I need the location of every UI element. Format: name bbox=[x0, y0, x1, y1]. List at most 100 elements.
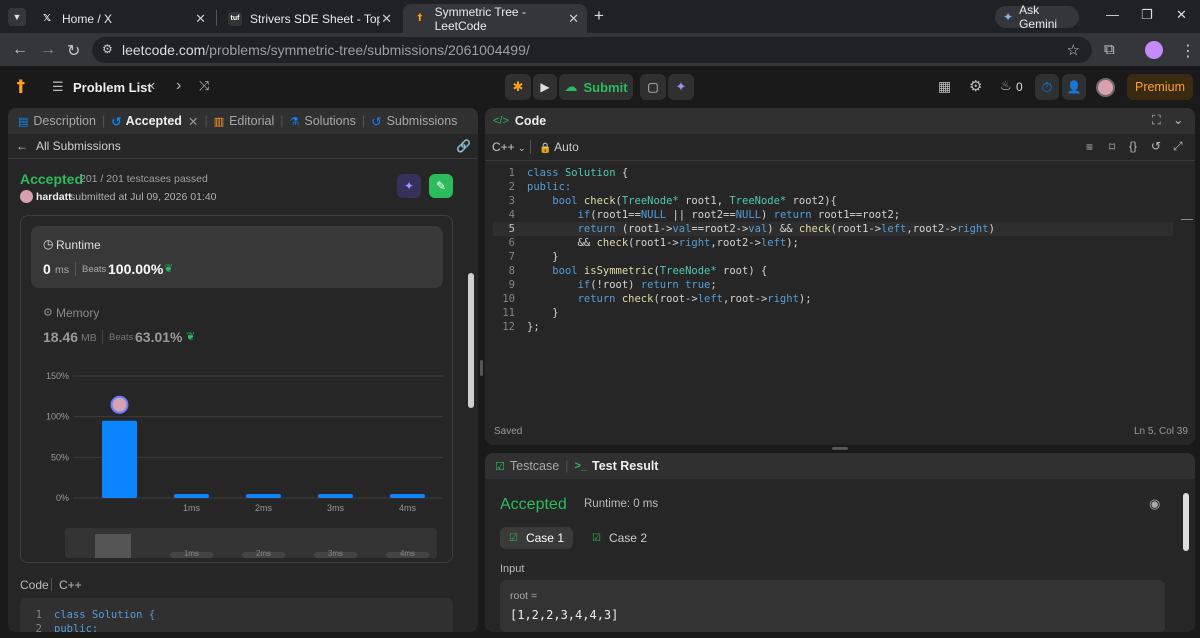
editor-scroll-marker bbox=[1181, 219, 1193, 220]
code-line: 6 && check(root1->right,root2->left); bbox=[508, 237, 799, 249]
tab-accepted[interactable]: ↺ Accepted ✕ bbox=[111, 114, 198, 129]
analyze-ai-button[interactable]: ✦ bbox=[397, 174, 421, 198]
tab-solutions[interactable]: ⚗ Solutions bbox=[290, 114, 356, 128]
range-slider-thumb bbox=[95, 534, 131, 558]
all-submissions-link[interactable]: ← All Submissions bbox=[16, 139, 121, 153]
user-avatar[interactable] bbox=[1096, 78, 1115, 97]
eye-icon[interactable]: ◉ bbox=[1149, 496, 1160, 512]
runtime-card[interactable]: ◷ Runtime 0 ms Beats 100.00% ❦ bbox=[31, 226, 443, 288]
y-tick-label: 100% bbox=[46, 412, 69, 422]
url-field[interactable]: ⚙ leetcode.com/problems/symmetric-tree/s… bbox=[92, 37, 1092, 63]
code-line: 5 return (root1->val==root2->val) && che… bbox=[493, 222, 1173, 236]
code-text: public: bbox=[54, 623, 99, 632]
check-icon: ☑ bbox=[509, 532, 518, 544]
browser-tab-x[interactable]: 𝕏 Home / X ✕ bbox=[30, 4, 214, 33]
code-preview: 1 class Solution { 2 public: bbox=[20, 598, 453, 632]
leetcode-logo-icon[interactable]: ꝉ bbox=[16, 77, 26, 98]
back-arrow-icon[interactable]: ← bbox=[12, 41, 28, 59]
profile-avatar[interactable] bbox=[1145, 41, 1163, 59]
timer-button[interactable]: ⏱ bbox=[1035, 74, 1059, 100]
tab-title: Strivers SDE Sheet - Top Coding bbox=[250, 11, 380, 26]
result-scrollbar[interactable] bbox=[1183, 493, 1189, 551]
mini-tick-label: 4ms bbox=[400, 549, 415, 558]
add-friend-button[interactable]: 👤 bbox=[1062, 74, 1086, 100]
y-tick-label: 50% bbox=[51, 452, 69, 462]
tab-submissions[interactable]: ↺ Submissions bbox=[371, 114, 457, 129]
reset-icon[interactable]: ↺ bbox=[1151, 139, 1161, 153]
code-line: 1 class Solution { bbox=[508, 167, 629, 179]
submission-panel: ▤ Description | ↺ Accepted ✕ | ▥ Editorial … bbox=[8, 108, 478, 632]
runtime-beats-value: 100.00% bbox=[108, 261, 164, 277]
lock-icon: 🔒 bbox=[539, 143, 552, 154]
tab-search-button[interactable]: ▼ bbox=[8, 8, 26, 26]
all-submissions-label: All Submissions bbox=[36, 139, 121, 153]
left-scrollbar[interactable] bbox=[468, 273, 474, 408]
edit-solution-button[interactable]: ✎ bbox=[429, 174, 453, 198]
tab-editorial[interactable]: ▥ Editorial bbox=[214, 114, 275, 128]
bookmark-icon[interactable]: ⌑ bbox=[1109, 140, 1115, 154]
code-area[interactable]: 1 class Solution { 2 public: 3 bool check(… bbox=[493, 166, 1173, 334]
tab-testcase[interactable]: ☑ Testcase bbox=[495, 459, 559, 473]
collapse-icon[interactable]: ⌄ bbox=[1173, 112, 1183, 127]
submitter-name[interactable]: hardatt bbox=[36, 191, 72, 203]
problem-list-link[interactable]: Problem List bbox=[73, 80, 152, 95]
browser-tab-bar: ▼ 𝕏 Home / X ✕ tuf Strivers SDE Sheet - … bbox=[0, 0, 1200, 33]
streak-flame-icon[interactable]: ♨ bbox=[1000, 78, 1012, 94]
site-info-icon[interactable]: ⚙ bbox=[102, 42, 113, 56]
close-icon[interactable]: ✕ bbox=[568, 11, 579, 27]
language-select[interactable]: C++ ⌄ bbox=[492, 140, 526, 154]
browser-tab-strivers[interactable]: tuf Strivers SDE Sheet - Top Coding ✕ bbox=[218, 4, 400, 33]
tab-test-result[interactable]: >_ Test Result bbox=[574, 459, 658, 473]
chart-bar bbox=[102, 420, 137, 498]
ask-gemini-button[interactable]: ✦ Ask Gemini bbox=[995, 3, 1079, 31]
new-tab-button[interactable]: + bbox=[594, 6, 604, 26]
memory-beats-label: Beats bbox=[109, 332, 134, 343]
url-path: /problems/symmetric-tree/submissions/206… bbox=[205, 42, 530, 58]
submit-button[interactable]: ☁ Submit bbox=[559, 74, 633, 100]
close-window-button[interactable]: ✕ bbox=[1176, 7, 1187, 23]
chevron-down-icon: ⌄ bbox=[518, 143, 526, 153]
premium-button[interactable]: Premium bbox=[1127, 74, 1193, 100]
notes-button[interactable]: ▢ bbox=[640, 74, 666, 100]
chart-bar bbox=[390, 494, 425, 498]
settings-gear-icon[interactable]: ⚙ bbox=[969, 77, 982, 95]
x-tick-label: 1ms bbox=[183, 503, 201, 513]
input-label: Input bbox=[500, 563, 525, 575]
browser-menu-icon[interactable]: ⋮ bbox=[1180, 41, 1196, 61]
braces-icon[interactable]: {} bbox=[1129, 139, 1137, 153]
run-button[interactable]: ▶ bbox=[533, 74, 557, 100]
maximize-button[interactable]: ❐ bbox=[1141, 7, 1153, 23]
memory-card[interactable]: ⚙ Memory 18.46 MB Beats 63.01% ❦ bbox=[31, 296, 443, 354]
expand-icon[interactable]: ⤢ bbox=[1173, 139, 1183, 154]
close-icon[interactable]: ✕ bbox=[188, 114, 198, 129]
format-icon[interactable]: ≡ bbox=[1086, 140, 1093, 154]
forward-arrow-icon[interactable]: → bbox=[40, 41, 56, 59]
extensions-icon[interactable]: ⧉ bbox=[1104, 41, 1115, 58]
runtime-value: 0 bbox=[43, 261, 51, 277]
shuffle-icon[interactable]: ⤨ bbox=[199, 78, 209, 94]
case-label: Case 1 bbox=[525, 531, 564, 545]
fullscreen-icon[interactable]: ⛶ bbox=[1152, 113, 1161, 128]
next-problem-icon[interactable]: › bbox=[176, 77, 181, 95]
auto-mode-toggle[interactable]: 🔒 Auto bbox=[539, 140, 579, 154]
case-1-tab[interactable]: ☑ Case 1 bbox=[500, 527, 573, 549]
code-text: class Solution { bbox=[54, 609, 156, 621]
bookmark-star-icon[interactable]: ☆ bbox=[1067, 41, 1080, 59]
input-box: root = [1,2,2,3,4,4,3] bbox=[500, 580, 1165, 632]
prev-problem-icon[interactable]: ‹ bbox=[150, 77, 155, 95]
reload-icon[interactable]: ↻ bbox=[67, 41, 80, 61]
tab-label: Description bbox=[33, 114, 96, 128]
case-2-tab[interactable]: ☑ Case 2 bbox=[583, 527, 656, 549]
browser-tab-leetcode[interactable]: ꝉ Symmetric Tree - LeetCode ✕ bbox=[403, 4, 587, 33]
debug-button[interactable]: ✱ bbox=[505, 74, 531, 100]
vertical-splitter[interactable] bbox=[480, 360, 483, 376]
horizontal-splitter[interactable] bbox=[832, 447, 848, 450]
share-link-icon[interactable]: 🔗 bbox=[456, 139, 471, 153]
minimize-button[interactable]: — bbox=[1106, 7, 1119, 22]
tab-description[interactable]: ▤ Description bbox=[18, 114, 96, 128]
close-icon[interactable]: ✕ bbox=[195, 11, 206, 27]
close-icon[interactable]: ✕ bbox=[381, 10, 392, 27]
ai-sparkle-button[interactable]: ✦ bbox=[668, 74, 694, 100]
back-arrow-icon: ← bbox=[16, 139, 28, 153]
layout-icon[interactable]: ▦ bbox=[938, 78, 951, 95]
